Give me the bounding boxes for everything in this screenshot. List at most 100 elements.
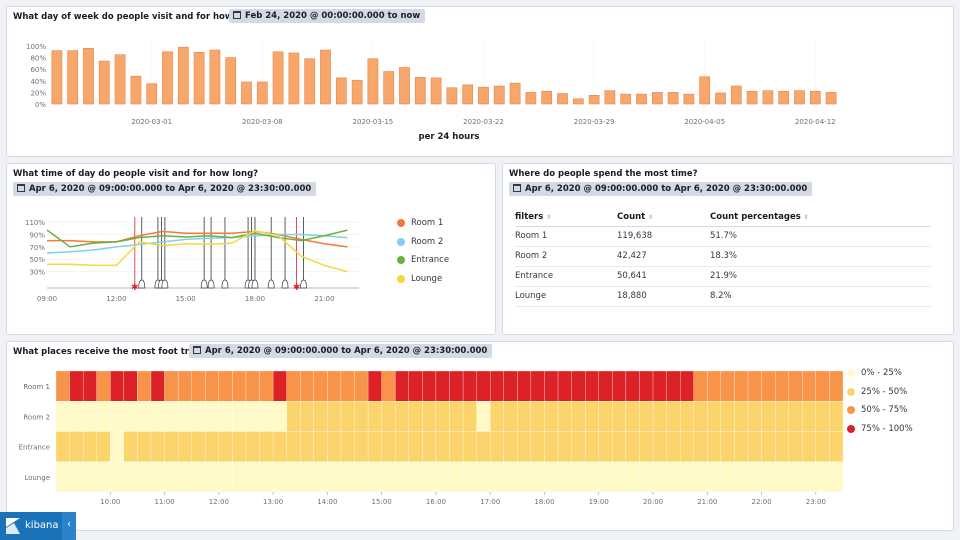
bar[interactable] [572, 98, 584, 105]
heatmap-cell[interactable] [137, 370, 152, 402]
heatmap-cell[interactable] [707, 431, 722, 462]
bar[interactable] [67, 50, 79, 105]
heatmap-cell[interactable] [544, 431, 559, 462]
bell-marker-icon[interactable] [207, 279, 215, 289]
bar[interactable] [588, 95, 600, 105]
bar[interactable] [414, 77, 426, 105]
heatmap-cell[interactable] [150, 431, 165, 462]
bar[interactable] [541, 90, 553, 105]
heatmap-cell[interactable] [354, 401, 369, 432]
bar[interactable] [114, 54, 126, 105]
heatmap-cell[interactable] [123, 431, 138, 462]
heatmap-cell[interactable] [476, 431, 491, 462]
heatmap-cell[interactable] [476, 370, 491, 402]
heatmap-cell[interactable] [666, 370, 681, 402]
heatmap-cell[interactable] [829, 401, 844, 432]
heatmap-cell[interactable] [720, 401, 735, 432]
heatmap-cell[interactable] [747, 431, 762, 462]
heatmap-cell[interactable] [747, 370, 762, 402]
heatmap-cell[interactable] [612, 401, 627, 432]
heatmap-cell[interactable] [422, 370, 437, 402]
bar[interactable] [193, 52, 205, 105]
heatmap-cell[interactable] [286, 370, 301, 402]
heatmap-cell[interactable] [435, 461, 450, 493]
heatmap-cell[interactable] [367, 431, 382, 462]
bar[interactable] [620, 93, 632, 105]
heatmap-cell[interactable] [232, 401, 247, 432]
heatmap-cell[interactable] [313, 461, 328, 493]
heatmap-cell[interactable] [639, 370, 654, 402]
heatmap-cell[interactable] [245, 401, 260, 432]
heatmap-cell[interactable] [693, 370, 708, 402]
heatmap-cell[interactable] [286, 431, 301, 462]
heatmap-cell[interactable] [761, 401, 776, 432]
bar[interactable] [683, 93, 695, 105]
bar[interactable] [177, 46, 189, 105]
bar[interactable] [715, 92, 726, 105]
heatmap-cell[interactable] [612, 461, 627, 493]
heatmap-cell[interactable] [313, 370, 328, 402]
bar[interactable] [335, 77, 347, 105]
heatmap-cell[interactable] [82, 370, 97, 402]
legend-item[interactable]: 0% - 25% [847, 364, 913, 383]
bar[interactable] [525, 92, 537, 105]
heatmap-cell[interactable] [55, 431, 70, 462]
legend-item[interactable]: 75% - 100% [847, 420, 913, 439]
heatmap-cell[interactable] [381, 431, 396, 462]
heatmap-cell[interactable] [381, 461, 396, 493]
heatmap-cell[interactable] [327, 401, 342, 432]
heatmap-cell[interactable] [218, 431, 233, 462]
heatmap-cell[interactable] [177, 431, 192, 462]
heatmap-cell[interactable] [490, 370, 504, 402]
heatmap-cell[interactable] [829, 431, 844, 462]
bar[interactable] [399, 67, 410, 105]
heatmap-cell[interactable] [327, 370, 342, 402]
heatmap-cell[interactable] [761, 461, 776, 493]
bar[interactable] [825, 92, 837, 105]
heatmap-cell[interactable] [517, 431, 532, 462]
heatmap-cell[interactable] [680, 461, 694, 493]
bar[interactable] [83, 48, 94, 105]
heatmap-cell[interactable] [408, 401, 423, 432]
heatmap-cell[interactable] [300, 461, 314, 493]
heatmap-cell[interactable] [123, 370, 138, 402]
heatmap-cell[interactable] [815, 401, 830, 432]
heatmap-cell[interactable] [286, 461, 301, 493]
heatmap-cell[interactable] [639, 431, 654, 462]
bar[interactable] [762, 90, 774, 105]
heatmap-cell[interactable] [693, 401, 708, 432]
heatmap-cell[interactable] [571, 370, 586, 402]
heatmap-cell[interactable] [449, 431, 464, 462]
heatmap-cell[interactable] [693, 461, 708, 493]
heatmap-cell[interactable] [503, 461, 518, 493]
heatmap-cell[interactable] [286, 401, 301, 432]
heatmap-cell[interactable] [205, 401, 219, 432]
heatmap-cell[interactable] [69, 370, 84, 402]
heatmap-cell[interactable] [82, 401, 97, 432]
heatmap-cell[interactable] [367, 370, 382, 402]
heatmap-cell[interactable] [164, 401, 179, 432]
heatmap-cell[interactable] [625, 461, 640, 493]
heatmap-cell[interactable] [191, 431, 206, 462]
heatmap-cell[interactable] [150, 461, 165, 493]
heatmap-cell[interactable] [272, 370, 287, 402]
heatmap-cell[interactable] [137, 401, 152, 432]
heatmap-cell[interactable] [300, 431, 314, 462]
bar[interactable] [225, 57, 237, 105]
heatmap-cell[interactable] [96, 401, 111, 432]
heatmap-cell[interactable] [693, 431, 708, 462]
heatmap-cell[interactable] [829, 370, 844, 402]
heatmap-cell[interactable] [177, 370, 192, 402]
heatmap-cell[interactable] [490, 461, 504, 493]
heatmap-cell[interactable] [313, 401, 328, 432]
heatmap-cell[interactable] [503, 370, 518, 402]
bar[interactable] [241, 81, 252, 105]
heatmap-cell[interactable] [395, 401, 409, 432]
heatmap-cell[interactable] [815, 431, 830, 462]
heatmap-cell[interactable] [395, 461, 409, 493]
heatmap-cell[interactable] [205, 461, 219, 493]
heatmap-cell[interactable] [232, 370, 247, 402]
column-header-filters[interactable]: filters ⇳ [515, 208, 617, 227]
heatmap-cell[interactable] [449, 401, 464, 432]
heatmap-cell[interactable] [55, 461, 70, 493]
